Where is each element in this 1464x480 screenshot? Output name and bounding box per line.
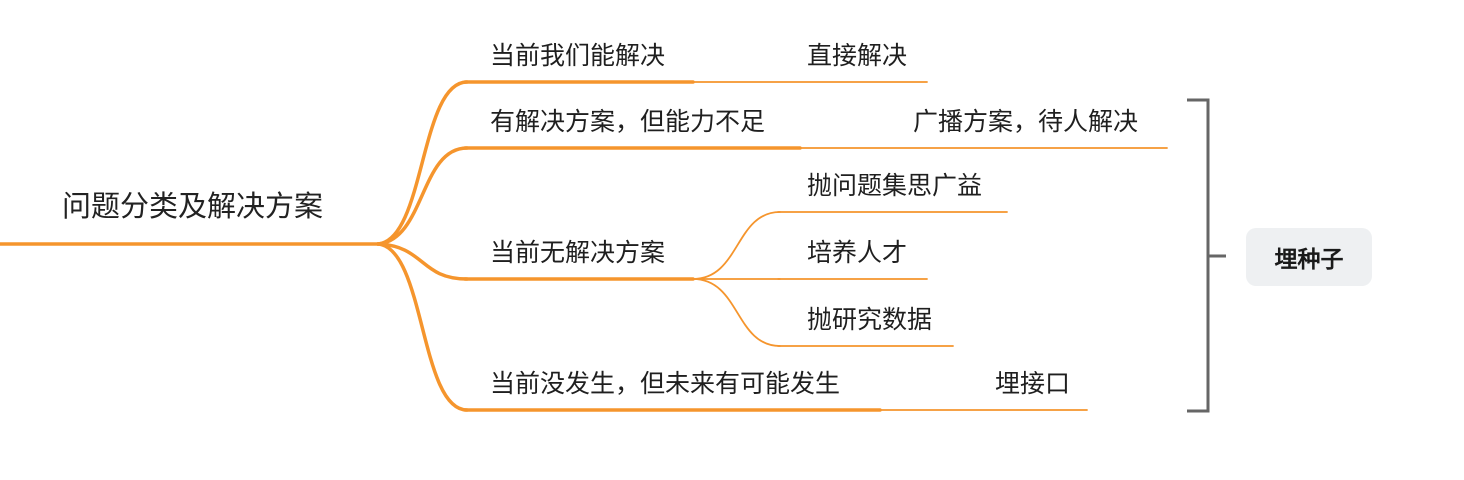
connector-root-branch-1 bbox=[376, 80, 469, 246]
leaf-3b-topic[interactable]: 培养人才 bbox=[807, 238, 907, 268]
leaf-3a-topic[interactable]: 抛问题集思广益 bbox=[807, 171, 982, 201]
connector-branch-3-child-3 bbox=[692, 278, 781, 347]
branch-2-topic[interactable]: 有解决方案，但能力不足 bbox=[490, 107, 765, 137]
summary-tag-label: 埋种子 bbox=[1274, 247, 1344, 273]
summary-bracket bbox=[1187, 98, 1210, 413]
branch-4-topic[interactable]: 当前没发生，但未来有可能发生 bbox=[490, 369, 840, 399]
branch-1-label: 当前我们能解决 bbox=[490, 41, 666, 70]
leaf-2-topic[interactable]: 广播方案，待人解决 bbox=[913, 107, 1138, 137]
leaf-1-label: 直接解决 bbox=[807, 41, 908, 70]
mindmap-connectors bbox=[0, 80, 1226, 413]
connector-root-branch-4 bbox=[376, 242, 469, 412]
leaf-3c-label: 抛研究数据 bbox=[807, 305, 933, 334]
leaf-1-topic[interactable]: 直接解决 bbox=[807, 41, 907, 71]
summary-tag[interactable]: 埋种子 bbox=[1246, 228, 1372, 286]
root-topic[interactable]: 问题分类及解决方案 bbox=[62, 188, 323, 224]
root-topic-label: 问题分类及解决方案 bbox=[62, 189, 324, 223]
branch-4-label: 当前没发生，但未来有可能发生 bbox=[490, 369, 841, 398]
branch-3-topic[interactable]: 当前无解决方案 bbox=[490, 238, 665, 268]
branch-1-topic[interactable]: 当前我们能解决 bbox=[490, 41, 665, 71]
leaf-3b-label: 培养人才 bbox=[807, 238, 908, 267]
branch-3-label: 当前无解决方案 bbox=[490, 238, 666, 267]
leaf-2-label: 广播方案，待人解决 bbox=[913, 107, 1139, 136]
branch-2-label: 有解决方案，但能力不足 bbox=[490, 107, 766, 136]
leaf-3c-topic[interactable]: 抛研究数据 bbox=[807, 305, 932, 335]
leaf-4-topic[interactable]: 埋接口 bbox=[995, 369, 1070, 399]
connector-branch-3-child-1 bbox=[692, 211, 781, 280]
leaf-4-label: 埋接口 bbox=[995, 369, 1071, 398]
leaf-3a-label: 抛问题集思广益 bbox=[807, 171, 983, 200]
